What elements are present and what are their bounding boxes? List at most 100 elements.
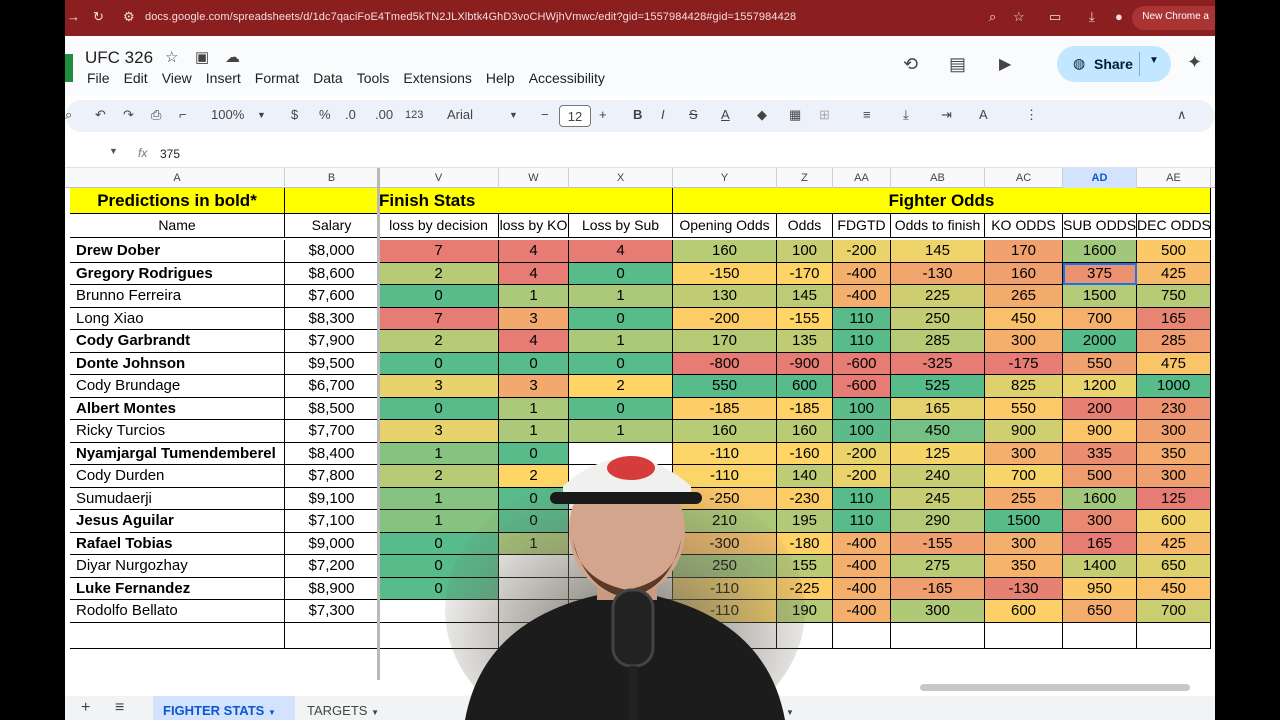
cell-ac[interactable]: 900 — [985, 420, 1063, 443]
cell-salary[interactable]: $7,100 — [285, 510, 379, 533]
cell-v[interactable]: 7 — [379, 240, 499, 263]
cell-aa[interactable]: 110 — [833, 330, 891, 353]
cell-z[interactable]: 145 — [777, 285, 833, 308]
menu-file[interactable]: File — [87, 70, 110, 86]
bookmark-star-icon[interactable]: ☆ — [1013, 9, 1025, 25]
cell-ad[interactable]: 700 — [1063, 308, 1137, 330]
cell-y[interactable]: -150 — [673, 263, 777, 285]
empty-cell[interactable] — [985, 623, 1063, 649]
name-box-dropdown-icon[interactable]: ▼ — [109, 146, 118, 156]
selected-cell[interactable]: 375 — [1063, 263, 1137, 285]
cell-ab[interactable]: -130 — [891, 263, 985, 285]
chevron-down-icon[interactable]: ▼ — [371, 708, 379, 717]
cell-ab[interactable]: 450 — [891, 420, 985, 443]
menu-tools[interactable]: Tools — [357, 70, 390, 86]
cell-ad[interactable]: 1600 — [1063, 488, 1137, 510]
cell-w[interactable]: 1 — [499, 285, 569, 308]
version-history-icon[interactable]: ⟲ — [903, 54, 918, 75]
forward-icon[interactable]: → — [67, 9, 80, 24]
cell-ae[interactable]: 285 — [1137, 330, 1211, 353]
cell-ab[interactable]: -165 — [891, 578, 985, 600]
cell-y[interactable]: 170 — [673, 330, 777, 353]
cell-v[interactable]: 0 — [379, 353, 499, 375]
text-rotation-icon[interactable]: A — [979, 107, 988, 122]
field-header-w[interactable]: loss by KO — [499, 214, 569, 238]
cell-y[interactable]: 160 — [673, 240, 777, 263]
menu-data[interactable]: Data — [313, 70, 343, 86]
undo-icon[interactable]: ↶ — [95, 107, 106, 123]
cell-v[interactable]: 0 — [379, 398, 499, 420]
text-wrap-icon[interactable]: ⇥ — [941, 107, 952, 123]
field-header-name[interactable]: Name — [70, 214, 285, 238]
cell-ae[interactable]: 650 — [1137, 555, 1211, 578]
cell-y[interactable]: 130 — [673, 285, 777, 308]
column-header-a[interactable]: A — [70, 168, 285, 188]
column-header-b[interactable]: B — [285, 168, 379, 188]
cell-salary[interactable]: $9,000 — [285, 533, 379, 555]
cell-ab[interactable]: 245 — [891, 488, 985, 510]
cell-z[interactable]: 100 — [777, 240, 833, 263]
cell-name[interactable]: Donte Johnson — [70, 353, 285, 375]
empty-cell[interactable] — [70, 623, 285, 649]
increase-decimal-button[interactable]: .00 — [375, 107, 393, 122]
cell-name[interactable]: Sumudaerji — [70, 488, 285, 510]
cell-ab[interactable]: 525 — [891, 375, 985, 398]
field-header-y[interactable]: Opening Odds — [673, 214, 777, 238]
cell-w[interactable]: 4 — [499, 330, 569, 353]
cell-ae[interactable]: 230 — [1137, 398, 1211, 420]
cell-salary[interactable]: $8,900 — [285, 578, 379, 600]
cell-v[interactable]: 0 — [379, 285, 499, 308]
cell-w[interactable]: 4 — [499, 263, 569, 285]
cell-name[interactable]: Diyar Nurgozhay — [70, 555, 285, 578]
cell-name[interactable]: Long Xiao — [70, 308, 285, 330]
field-header-ae[interactable]: DEC ODDS — [1137, 214, 1211, 238]
font-size-increase-button[interactable]: + — [599, 107, 607, 122]
merge-cells-icon[interactable]: ⊞ — [819, 107, 830, 123]
cell-w[interactable]: 3 — [499, 375, 569, 398]
cell-salary[interactable]: $6,700 — [285, 375, 379, 398]
cell-ac[interactable]: 450 — [985, 308, 1063, 330]
cell-name[interactable]: Albert Montes — [70, 398, 285, 420]
cell-z[interactable]: -900 — [777, 353, 833, 375]
formula-input[interactable]: 375 — [160, 147, 180, 161]
cell-w[interactable]: 0 — [499, 353, 569, 375]
cell-ac[interactable]: -175 — [985, 353, 1063, 375]
cell-aa[interactable]: 110 — [833, 488, 891, 510]
cell-ad[interactable]: 300 — [1063, 510, 1137, 533]
cell-ab[interactable]: -155 — [891, 533, 985, 555]
search-menus-icon[interactable]: ⌕ — [65, 107, 72, 123]
cell-ab[interactable]: 290 — [891, 510, 985, 533]
document-title[interactable]: UFC 326 — [85, 48, 153, 68]
cell-ac[interactable]: 160 — [985, 263, 1063, 285]
cell-name[interactable]: Gregory Rodrigues — [70, 263, 285, 285]
url-text[interactable]: docs.google.com/spreadsheets/d/1dc7qaciF… — [145, 11, 796, 23]
column-header-x[interactable]: X — [569, 168, 673, 188]
cell-ae[interactable]: 165 — [1137, 308, 1211, 330]
zoom-icon[interactable]: ⌕ — [989, 9, 996, 25]
cell-aa[interactable]: 100 — [833, 420, 891, 443]
redo-icon[interactable]: ↷ — [123, 107, 134, 123]
cell-ae[interactable]: 500 — [1137, 240, 1211, 263]
horizontal-scrollbar[interactable] — [920, 684, 1190, 691]
cell-name[interactable]: Rafael Tobias — [70, 533, 285, 555]
font-select[interactable]: Arial — [447, 107, 473, 122]
cell-ac[interactable]: 265 — [985, 285, 1063, 308]
horizontal-align-icon[interactable]: ≡ — [863, 107, 871, 122]
cell-ac[interactable]: 300 — [985, 443, 1063, 465]
cell-name[interactable]: Luke Fernandez — [70, 578, 285, 600]
cell-name[interactable]: Nyamjargal Tumendemberel — [70, 443, 285, 465]
cell-ab[interactable]: 125 — [891, 443, 985, 465]
add-sheet-button[interactable]: + — [81, 696, 90, 720]
cell-z[interactable]: 600 — [777, 375, 833, 398]
field-header-salary[interactable]: Salary — [285, 214, 379, 238]
cell-salary[interactable]: $7,800 — [285, 465, 379, 488]
column-header-v[interactable]: V — [379, 168, 499, 188]
more-formats-button[interactable]: 123 — [405, 109, 423, 121]
cell-salary[interactable]: $8,400 — [285, 443, 379, 465]
cell-ab[interactable]: -325 — [891, 353, 985, 375]
download-icon[interactable]: ⤓ — [1089, 9, 1095, 25]
cell-ab[interactable]: 240 — [891, 465, 985, 488]
cell-ac[interactable]: 170 — [985, 240, 1063, 263]
cell-ad[interactable]: 1500 — [1063, 285, 1137, 308]
cell-aa[interactable]: 110 — [833, 510, 891, 533]
